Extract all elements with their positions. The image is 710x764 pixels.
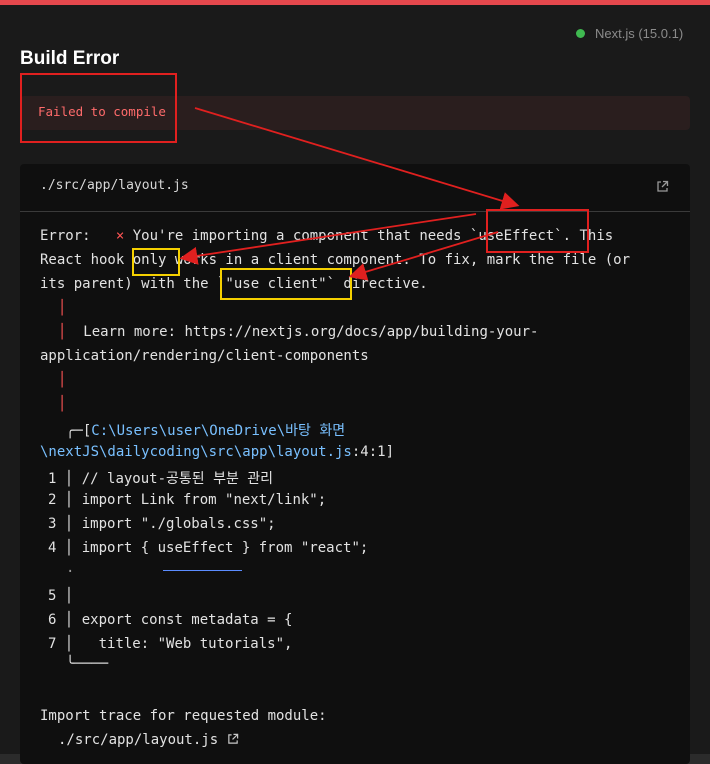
error-x-icon: × <box>115 228 125 244</box>
version-label: Next.js (15.0.1) <box>595 26 684 41</box>
error-line-2: React hook only works in a client compon… <box>40 252 631 268</box>
gutter-bar: │ <box>58 396 67 412</box>
location-line-1: ╭─[C:\Users\user\OneDrive\바탕 화면 <box>66 423 346 439</box>
code-underline <box>163 570 242 571</box>
code-line-7: 7 │ title: "Web tutorials", <box>48 636 293 652</box>
import-trace-title: Import trace for requested module: <box>40 708 327 724</box>
code-frame-end: ╰──── <box>66 656 109 672</box>
code-line-6: 6 │ export const metadata = { <box>48 612 293 628</box>
divider <box>20 211 690 212</box>
gutter-bar: │ <box>58 372 67 388</box>
code-marker: · <box>66 564 75 580</box>
gutter-bar: │ <box>58 300 67 316</box>
file-path[interactable]: ./src/app/layout.js <box>40 178 189 193</box>
version-indicator: Next.js (15.0.1) <box>576 26 683 41</box>
learn-more-line-2: application/rendering/client-components <box>40 348 369 364</box>
page-title: Build Error <box>20 48 120 69</box>
learn-more-line: │ Learn more: https://nextjs.org/docs/ap… <box>58 324 539 340</box>
status-dot-icon <box>576 29 585 38</box>
code-line-1: 1 │ // layout-공통된 부분 관리 <box>48 471 274 487</box>
code-line-5: 5 │ <box>48 588 74 604</box>
annotation-box-only <box>132 248 180 276</box>
code-line-3: 3 │ import "./globals.css"; <box>48 516 276 532</box>
external-link-icon[interactable] <box>656 180 669 193</box>
external-link-icon[interactable] <box>227 733 239 745</box>
location-line-2: \nextJS\dailycoding\src\app\layout.js:4:… <box>40 444 395 460</box>
code-line-4: 4 │ import { useEffect } from "react"; <box>48 540 369 556</box>
annotation-box-failed <box>20 73 177 143</box>
annotation-box-use-client <box>220 268 352 300</box>
import-trace-path[interactable]: ./src/app/layout.js <box>58 732 239 748</box>
annotation-box-useeffect <box>486 209 589 253</box>
code-line-2: 2 │ import Link from "next/link"; <box>48 492 327 508</box>
